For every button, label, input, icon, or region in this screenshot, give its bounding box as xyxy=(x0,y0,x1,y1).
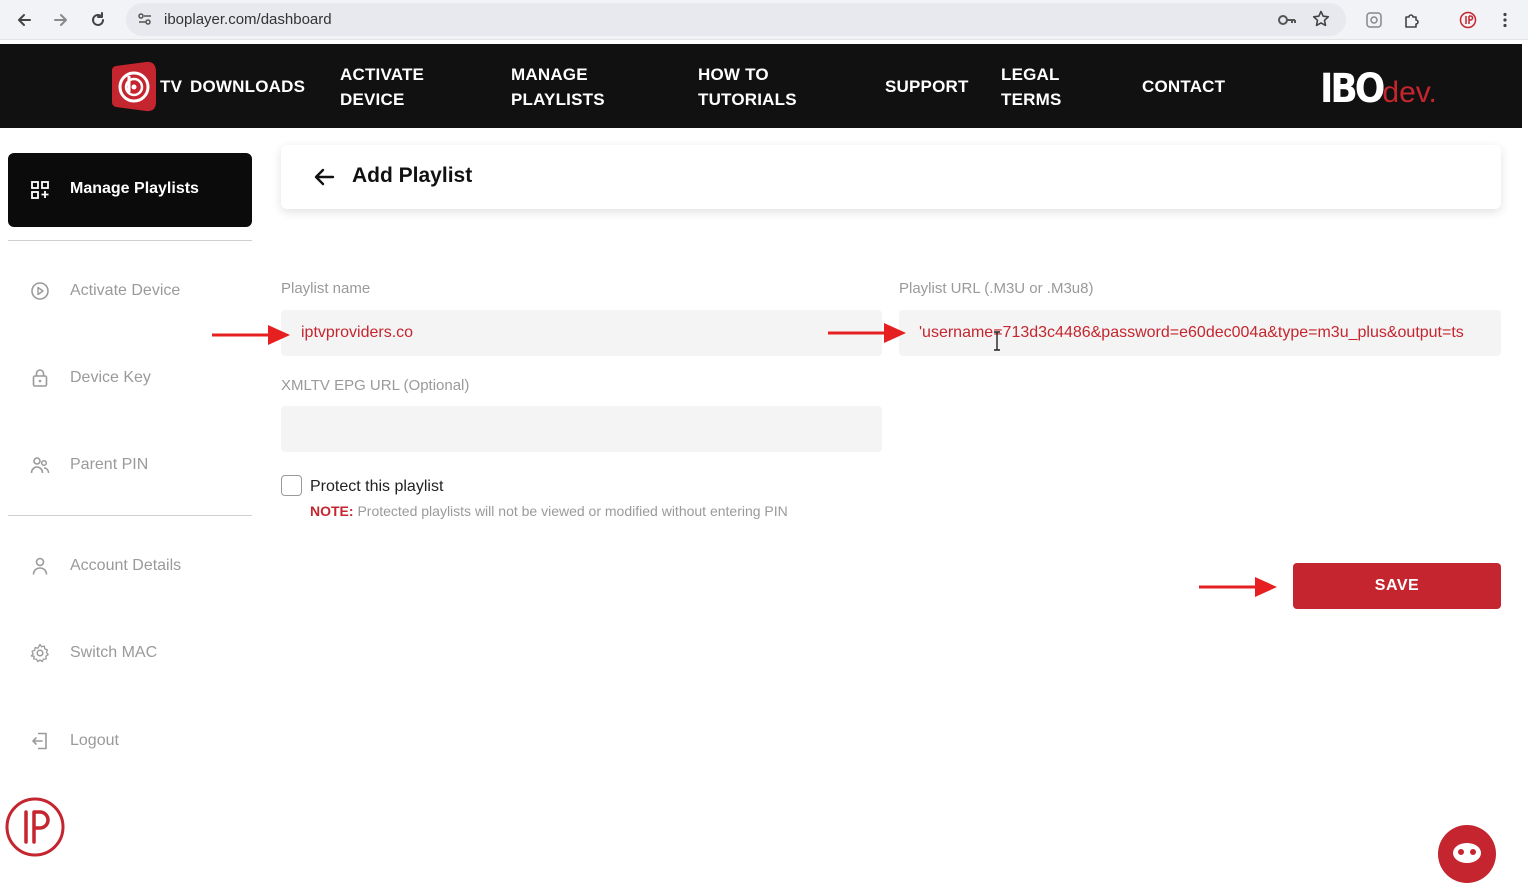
sidebar-item-parent-pin[interactable]: Parent PIN xyxy=(8,445,252,485)
playlist-url-input[interactable] xyxy=(899,310,1501,356)
ip-watermark-logo-icon xyxy=(5,797,65,857)
chat-bot-icon xyxy=(1453,843,1481,863)
grid-icon xyxy=(30,180,50,200)
sidebar-item-logout[interactable]: Logout xyxy=(8,721,252,761)
sidebar-item-label: Manage Playlists xyxy=(70,180,199,197)
site-info-icon[interactable] xyxy=(136,10,154,28)
protect-playlist-label[interactable]: Protect this playlist xyxy=(310,478,443,496)
sidebar-divider xyxy=(8,515,252,516)
sidebar-item-switch-mac[interactable]: Switch MAC xyxy=(8,633,252,673)
nav-downloads-label: DOWNLOADS xyxy=(190,77,306,96)
sidebar-item-label: Switch MAC xyxy=(70,644,158,661)
nav-how-to-tutorials-line1: HOW TO xyxy=(698,65,769,84)
forward-icon[interactable] xyxy=(49,8,73,32)
gear-icon xyxy=(30,643,50,663)
sidebar-item-activate-device[interactable]: Activate Device xyxy=(8,271,252,311)
back-arrow-icon[interactable] xyxy=(313,165,337,189)
browser-toolbar: iboplayer.com/dashboard xyxy=(0,0,1528,40)
site-header: TV DOWNLOADS ACTIVATE DEVICE MANAGE PLAY… xyxy=(0,44,1522,128)
protect-note: NOTE: Protected playlists will not be vi… xyxy=(310,503,788,519)
page-title-card: Add Playlist xyxy=(281,145,1501,209)
profile-ip-icon[interactable] xyxy=(1457,9,1479,31)
sidebar-item-manage-playlists[interactable]: Manage Playlists xyxy=(8,153,252,227)
nav-legal-terms[interactable]: LEGAL TERMS xyxy=(1001,62,1062,112)
chat-widget-button[interactable] xyxy=(1438,825,1496,883)
url-text: iboplayer.com/dashboard xyxy=(164,11,332,28)
lock-icon xyxy=(30,368,50,388)
reload-icon[interactable] xyxy=(86,8,110,32)
playlist-url-label: Playlist URL (.M3U or .M3u8) xyxy=(899,280,1094,297)
logout-icon xyxy=(30,731,50,751)
nav-manage-playlists-line2: PLAYLISTS xyxy=(511,90,605,109)
nav-contact[interactable]: CONTACT xyxy=(1142,74,1225,99)
nav-downloads[interactable]: DOWNLOADS xyxy=(190,74,305,99)
user-icon xyxy=(30,556,50,576)
save-button[interactable]: SAVE xyxy=(1293,563,1501,609)
password-key-icon[interactable] xyxy=(1276,9,1298,31)
protect-playlist-checkbox[interactable] xyxy=(281,475,302,496)
sidebar: Manage Playlists Activate Device Device … xyxy=(0,128,262,860)
nav-support-label: SUPPORT xyxy=(885,77,969,96)
brand-primary-text: IBO xyxy=(1320,66,1385,112)
text-cursor-icon xyxy=(994,331,1000,351)
nav-contact-label: CONTACT xyxy=(1142,77,1226,96)
brand-secondary-text: dev. xyxy=(1382,76,1437,109)
back-icon[interactable] xyxy=(12,8,36,32)
extension-icon[interactable] xyxy=(1363,9,1385,31)
sidebar-item-label: Activate Device xyxy=(70,282,181,299)
sidebar-item-device-key[interactable]: Device Key xyxy=(8,358,252,398)
sidebar-item-label: Parent PIN xyxy=(70,456,149,473)
annotation-arrow-icon xyxy=(212,325,290,345)
note-key: NOTE: xyxy=(310,503,354,519)
sidebar-item-label: Device Key xyxy=(70,369,151,386)
nav-legal-terms-line2: TERMS xyxy=(1001,90,1062,109)
nav-legal-terms-line1: LEGAL xyxy=(1001,65,1060,84)
extensions-puzzle-icon[interactable] xyxy=(1401,9,1423,31)
sidebar-item-label: Account Details xyxy=(70,557,182,574)
users-icon xyxy=(30,455,50,475)
annotation-arrow-icon xyxy=(828,323,906,343)
epg-url-label: XMLTV EPG URL (Optional) xyxy=(281,377,470,394)
playlist-name-input[interactable] xyxy=(281,310,882,356)
sidebar-divider xyxy=(8,240,252,241)
play-circle-icon xyxy=(30,281,50,301)
nav-how-to-tutorials[interactable]: HOW TO TUTORIALS xyxy=(698,62,797,112)
logo-tv-text: TV xyxy=(160,77,183,96)
nav-activate-device-line2: DEVICE xyxy=(340,90,405,109)
browser-menu-icon[interactable] xyxy=(1494,9,1516,31)
address-bar[interactable]: iboplayer.com/dashboard xyxy=(126,3,1346,36)
note-text: Protected playlists will not be viewed o… xyxy=(353,503,788,519)
nav-manage-playlists-line1: MANAGE xyxy=(511,65,588,84)
nav-support[interactable]: SUPPORT xyxy=(885,74,969,99)
bookmark-star-icon[interactable] xyxy=(1310,8,1332,30)
playlist-name-label: Playlist name xyxy=(281,280,371,297)
page-title: Add Playlist xyxy=(352,164,473,187)
nav-activate-device[interactable]: ACTIVATE DEVICE xyxy=(340,62,424,112)
epg-url-input[interactable] xyxy=(281,406,882,452)
nav-activate-device-line1: ACTIVATE xyxy=(340,65,425,84)
annotation-arrow-icon xyxy=(1199,577,1277,597)
nav-manage-playlists[interactable]: MANAGE PLAYLISTS xyxy=(511,62,605,112)
sidebar-item-account-details[interactable]: Account Details xyxy=(8,546,252,586)
ibo-dev-logo[interactable]: IBOdev. xyxy=(1320,66,1437,112)
iboplayer-logo-icon[interactable] xyxy=(112,60,158,114)
nav-how-to-tutorials-line2: TUTORIALS xyxy=(698,90,797,109)
sidebar-item-label: Logout xyxy=(70,732,119,749)
